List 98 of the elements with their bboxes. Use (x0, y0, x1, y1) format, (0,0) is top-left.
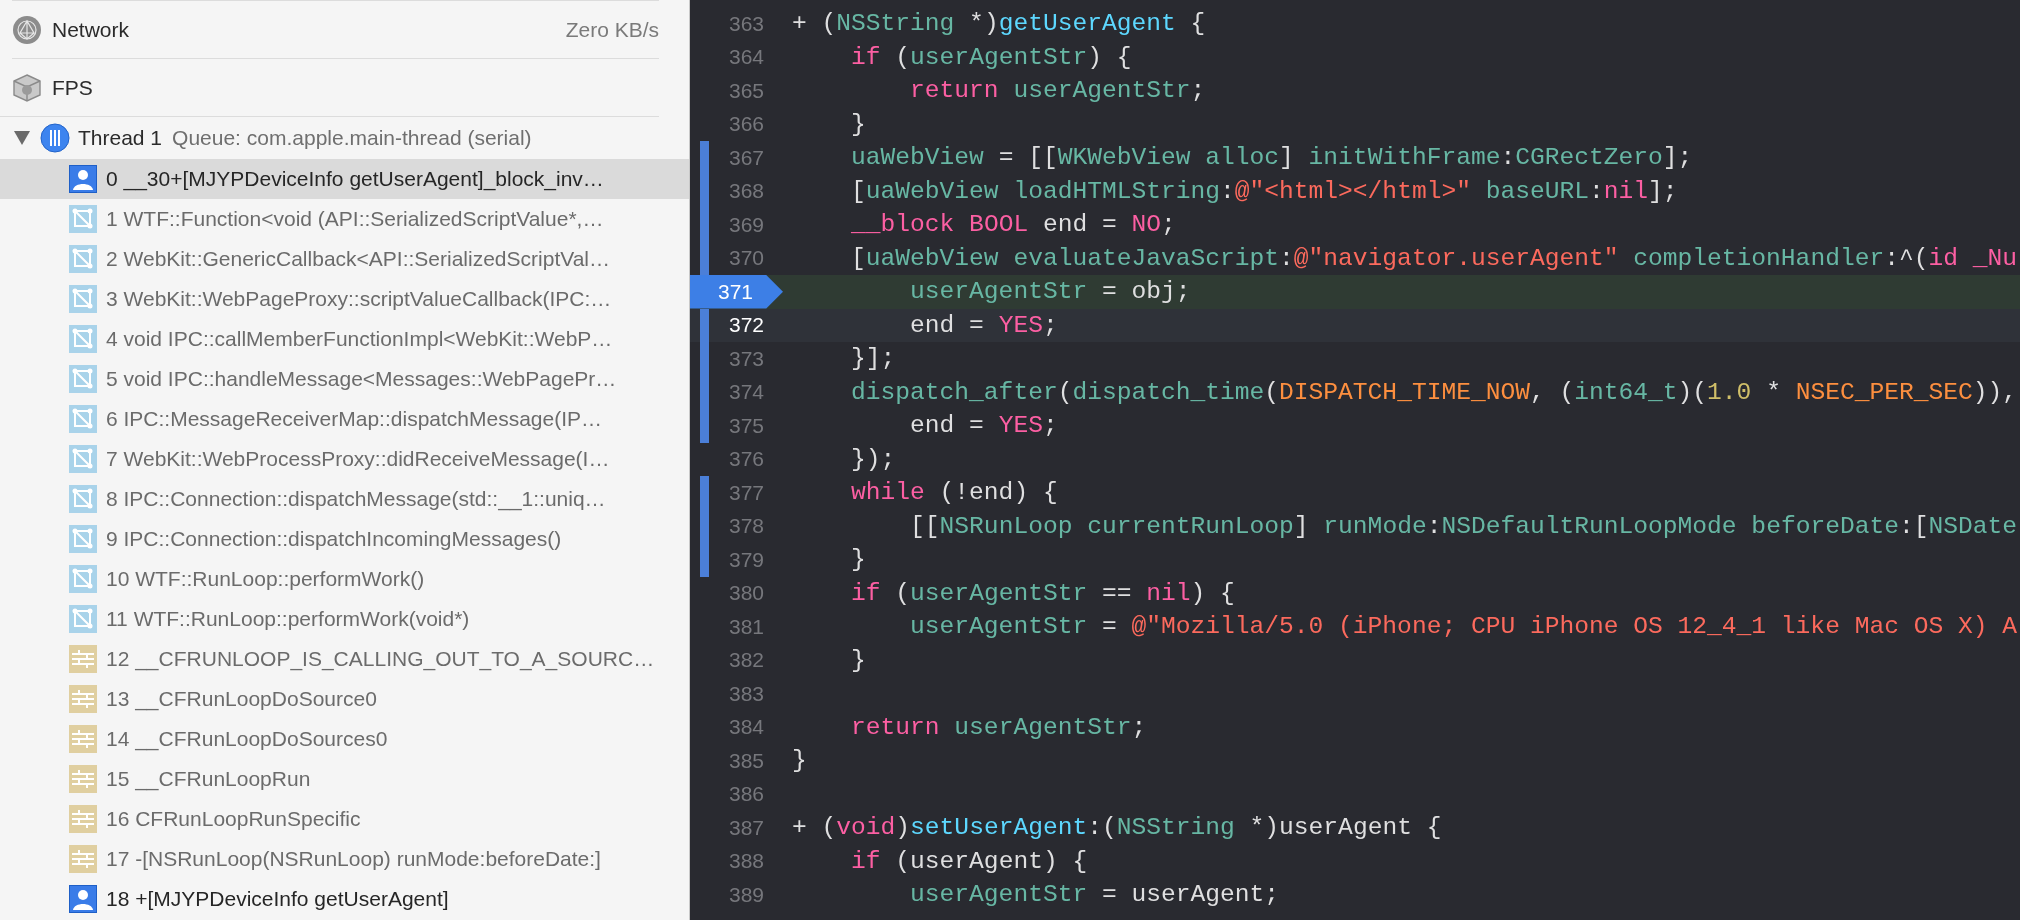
stack-frame[interactable]: 12 __CFRUNLOOP_IS_CALLING_OUT_TO_A_SOURC… (0, 639, 689, 679)
brick-icon (69, 845, 97, 873)
gauge-label: FPS (52, 75, 94, 100)
framework-icon (69, 285, 97, 313)
code-line: }); (850, 444, 896, 475)
cube-icon (12, 72, 42, 103)
line-number: 373 (727, 346, 765, 371)
framework-icon (69, 405, 97, 433)
line-number: 370 (727, 246, 765, 271)
code-line: dispatch_after(dispatch_time(DISPATCH_TIME_NOW, (int64_t)(1.0 * NSEC_PER_SEC)), (850, 377, 2018, 408)
framework-icon (69, 325, 97, 353)
brick-icon (69, 685, 97, 713)
brick-icon (69, 645, 97, 673)
code-line: userAgentStr = obj; (909, 277, 1191, 308)
stack-frame[interactable]: 7 WebKit::WebProcessProxy::didReceiveMessage(I… (0, 439, 689, 479)
line-number: 375 (727, 413, 765, 438)
line-number: 364 (727, 45, 765, 70)
code-line: } (850, 645, 866, 676)
brick-icon (69, 725, 97, 753)
code-line: }]; (850, 344, 896, 375)
line-number: 383 (727, 681, 765, 706)
framework-icon (69, 485, 97, 513)
line-number: 368 (727, 179, 765, 204)
framework-icon (69, 445, 97, 473)
line-number: 378 (727, 514, 765, 539)
stack-frame[interactable]: 2 WebKit::GenericCallback<API::SerializedScriptVal… (0, 239, 689, 279)
line-number: 376 (727, 447, 765, 472)
framework-icon (69, 565, 97, 593)
code-line: + (void)setUserAgent:(NSString *)userAgent { (792, 813, 1442, 844)
line-number: 363 (727, 11, 765, 36)
line-number: 372 (727, 313, 765, 338)
line-number: 382 (727, 648, 765, 673)
stack-frame[interactable]: 16 CFRunLoopRunSpecific (0, 799, 689, 839)
line-number: 386 (727, 782, 765, 807)
gauge-value: Zero KB/s (565, 17, 659, 42)
code-line: + (NSString *)getUserAgent { (792, 9, 1206, 40)
line-number: 365 (727, 78, 765, 103)
code-line: while (!end) { (850, 478, 1058, 509)
brick-icon (69, 765, 97, 793)
code-line: uaWebView = [[WKWebView alloc] initWithFrame:CGRectZero]; (850, 143, 1693, 174)
globe-icon (12, 14, 42, 45)
stack-frame[interactable]: 8 IPC::Connection::dispatchMessage(std::__1::uniq… (0, 479, 689, 519)
code-line: [uaWebView evaluateJavaScript:@"navigator.userAgent" completionHandler:^(id _Nu (850, 243, 2018, 274)
person-icon (69, 885, 97, 913)
line-number: 381 (727, 614, 765, 639)
person-icon (69, 165, 97, 193)
breakpoint-marker[interactable]: 371 (690, 275, 783, 309)
thread-icon (40, 123, 70, 153)
framework-icon (69, 205, 97, 233)
stack-frame[interactable]: 13 __CFRunLoopDoSource0 (0, 679, 689, 719)
code-line: __block BOOL end = NO; (850, 210, 1176, 241)
code-line: if (userAgentStr == nil) { (850, 578, 1235, 609)
code-line: if (userAgentStr) { (850, 42, 1132, 73)
stack-frame[interactable]: 3 WebKit::WebPageProxy::scriptValueCallback(IPC:… (0, 279, 689, 319)
line-number: 385 (727, 748, 765, 773)
stack-frame[interactable]: 18 +[MJYPDeviceInfo getUserAgent] (0, 879, 689, 919)
stack-frame[interactable]: 15 __CFRunLoopRun (0, 759, 689, 799)
brick-icon (69, 805, 97, 833)
line-number: 369 (727, 212, 765, 237)
code-line: end = YES; (909, 310, 1058, 341)
line-number: 387 (727, 815, 765, 840)
stack-frame[interactable]: 5 void IPC::handleMessage<Messages::WebPagePr… (0, 359, 689, 399)
line-number: 388 (727, 849, 765, 874)
thread-name: Thread 1 (78, 126, 163, 150)
line-number: 379 (727, 547, 765, 572)
line-number: 384 (727, 715, 765, 740)
framework-icon (69, 245, 97, 273)
line-number: 380 (727, 581, 765, 606)
stack-frame[interactable]: 9 IPC::Connection::dispatchIncomingMessages() (0, 519, 689, 559)
code-line: [uaWebView loadHTMLString:@"<html></html>" baseURL:nil]; (850, 176, 1678, 207)
stack-frame[interactable]: 14 __CFRunLoopDoSources0 (0, 719, 689, 759)
line-number: 374 (727, 380, 765, 405)
stack-frame[interactable]: 10 WTF::RunLoop::performWork() (0, 559, 689, 599)
stack-frame[interactable]: 6 IPC::MessageReceiverMap::dispatchMessage(IP… (0, 399, 689, 439)
stack-frame[interactable]: 4 void IPC::callMemberFunctionImpl<WebKit::WebP… (0, 319, 689, 359)
code-line: [[NSRunLoop currentRunLoop] runMode:NSDefaultRunLoopMode beforeDate:[NSDate (909, 511, 2018, 542)
framework-icon (69, 365, 97, 393)
gauge-label: Network (52, 17, 131, 42)
code-line: } (850, 545, 866, 576)
code-line: return userAgentStr; (909, 76, 1206, 107)
code-line: } (792, 746, 807, 777)
code-line: userAgentStr = @"Mozilla/5.0 (iPhone; CPU iPhone OS 12_4_1 like Mac OS X) A (909, 612, 2017, 643)
code-line: userAgentStr = userAgent; (909, 880, 1280, 911)
stack-frame[interactable]: 11 WTF::RunLoop::performWork(void*) (0, 599, 689, 639)
line-number: 366 (727, 112, 765, 137)
line-number: 367 (727, 145, 765, 170)
stack-frame[interactable]: 0 __30+[MJYPDeviceInfo getUserAgent]_block_inv… (0, 159, 689, 199)
code-line: return userAgentStr; (850, 712, 1147, 743)
line-number: 389 (727, 882, 765, 907)
stack-frame[interactable]: 1 WTF::Function<void (API::SerializedScriptValue*,… (0, 199, 689, 239)
code-line: end = YES; (909, 411, 1058, 442)
code-line: if (userAgent) { (850, 846, 1088, 877)
queue-label: Queue: com.apple.main-thread (serial) (172, 126, 532, 150)
stack-frame[interactable]: 17 -[NSRunLoop(NSRunLoop) runMode:beforeDate:] (0, 839, 689, 879)
framework-icon (69, 605, 97, 633)
framework-icon (69, 525, 97, 553)
code-line: } (850, 109, 866, 140)
line-number: 377 (727, 480, 765, 505)
